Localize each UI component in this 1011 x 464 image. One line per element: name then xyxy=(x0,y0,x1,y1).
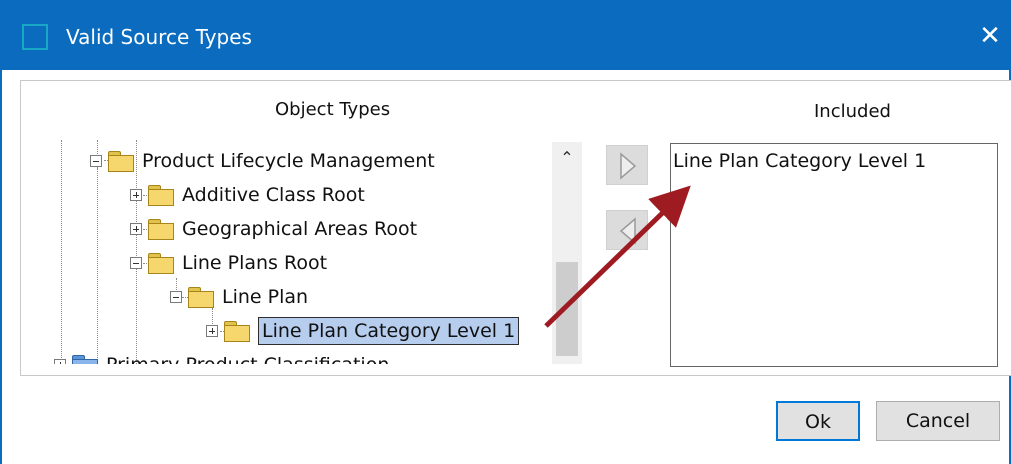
collapse-icon[interactable] xyxy=(90,155,102,167)
window-border-left xyxy=(0,70,2,464)
object-types-header: Object Types xyxy=(275,99,391,120)
tree-node-line-plan-category-level-1[interactable]: Line Plan Category Level 1 xyxy=(206,316,520,346)
included-listbox[interactable]: Line Plan Category Level 1 xyxy=(670,143,998,367)
collapse-icon[interactable] xyxy=(170,291,182,303)
left-triangle-icon xyxy=(619,217,636,245)
folder-icon xyxy=(72,355,98,364)
expand-icon[interactable] xyxy=(130,223,142,235)
tree-node-label: Additive Class Root xyxy=(182,184,365,206)
tree-node-line-plans-root[interactable]: Line Plans Root xyxy=(130,248,327,278)
tree-node-label: Geographical Areas Root xyxy=(182,218,418,240)
right-triangle-icon xyxy=(620,152,637,180)
window-title: Valid Source Types xyxy=(66,25,252,49)
included-item[interactable]: Line Plan Category Level 1 xyxy=(673,150,926,172)
tree-node-label: Product Lifecycle Management xyxy=(142,150,435,172)
scrollbar-thumb[interactable] xyxy=(556,262,578,356)
close-icon[interactable]: ✕ xyxy=(972,18,1008,54)
folder-icon xyxy=(108,151,134,172)
tree-node-label: Line Plan xyxy=(222,286,309,308)
app-icon xyxy=(22,24,48,50)
tree-node-line-plan[interactable]: Line Plan xyxy=(170,282,308,312)
collapse-icon[interactable] xyxy=(130,257,142,269)
tree-node-label: Primary Product Classification xyxy=(106,354,389,364)
cancel-button[interactable]: Cancel xyxy=(876,401,1000,441)
tree-node-label: Line Plans Root xyxy=(182,252,328,274)
remove-from-included-button[interactable] xyxy=(606,210,648,250)
folder-icon xyxy=(148,219,174,240)
tree-node-additive-class-root[interactable]: Additive Class Root xyxy=(130,180,365,210)
add-to-included-button[interactable] xyxy=(606,145,648,185)
tree-node-product-lifecycle-management[interactable]: Product Lifecycle Management xyxy=(90,146,435,176)
ok-button[interactable]: Ok xyxy=(776,401,860,441)
folder-icon xyxy=(188,287,214,308)
expand-icon[interactable] xyxy=(130,189,142,201)
object-types-tree[interactable]: Product Lifecycle Management Additive Cl… xyxy=(52,140,532,364)
scroll-up-arrow-icon[interactable]: ⌃ xyxy=(552,148,582,172)
tree-node-primary-product-classification[interactable]: Primary Product Classification xyxy=(54,350,389,364)
folder-icon xyxy=(148,185,174,206)
folder-icon xyxy=(224,321,250,342)
tree-scrollbar[interactable]: ⌃ xyxy=(552,142,582,364)
tree-node-label-selected: Line Plan Category Level 1 xyxy=(258,317,520,345)
included-header: Included xyxy=(814,101,891,122)
expand-icon[interactable] xyxy=(54,359,66,364)
tree-node-geographical-areas-root[interactable]: Geographical Areas Root xyxy=(130,214,417,244)
title-bar: Valid Source Types ✕ xyxy=(0,0,1011,70)
folder-icon xyxy=(148,253,174,274)
expand-icon[interactable] xyxy=(206,325,218,337)
